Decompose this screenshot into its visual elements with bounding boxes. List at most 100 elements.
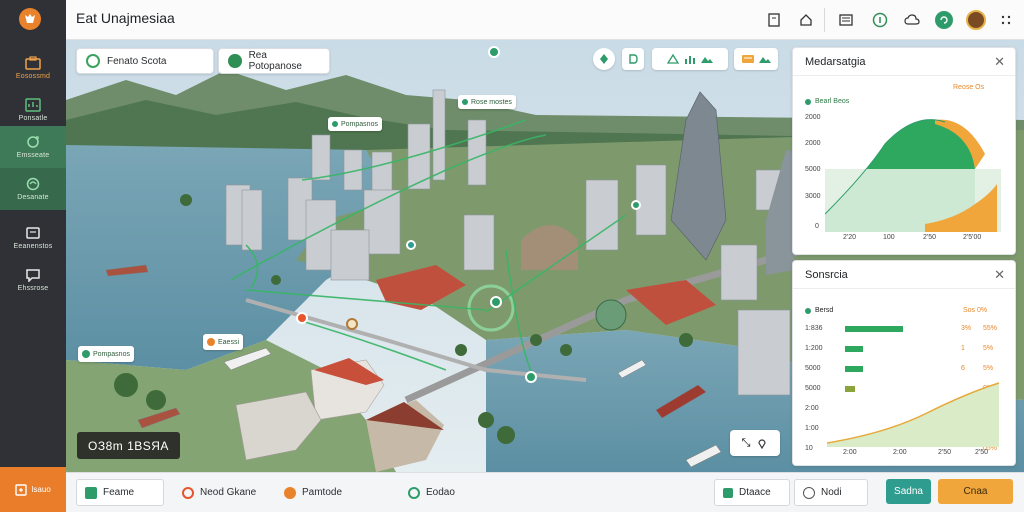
row-percent: 55% [983, 325, 998, 332]
view-tools[interactable] [652, 48, 728, 70]
primary-button[interactable]: Sadna [886, 479, 931, 504]
bottom-tab-label: Neod Gkane [200, 487, 257, 498]
bar [845, 366, 863, 372]
top-bar: Eat Unajmesiaa [66, 0, 1024, 40]
refresh-icon [27, 136, 39, 148]
folder-icon [26, 227, 40, 239]
map-label[interactable]: Pompasnos [328, 117, 382, 131]
sidebar-item-3[interactable]: Emsseate [0, 126, 66, 168]
layer-chip-2[interactable]: Rea Potopanose [218, 48, 330, 74]
filter-icon [723, 487, 733, 498]
chart-panel-1: Medarsatgia ✕ Reose Os Bearl Beos 2000 2… [792, 47, 1016, 255]
map-pin[interactable] [296, 312, 308, 324]
filter-tools[interactable] [734, 48, 778, 70]
left-sidebar: Eosossmd Ponsatle Emsseate Desanate Eean… [0, 0, 66, 512]
map-controls[interactable]: ⤡ [730, 430, 780, 456]
map-pin[interactable] [631, 200, 641, 210]
layers-button[interactable] [622, 48, 644, 70]
area-chart-1 [825, 119, 1001, 232]
sidebar-bottom-button[interactable]: Isauo [0, 467, 66, 512]
x-tick: 2:00 [893, 449, 907, 456]
panel-title: Medarsatgia [805, 56, 866, 68]
marker-icon [332, 121, 338, 127]
bar-chart-icon [685, 56, 695, 64]
cloud-icon[interactable] [902, 10, 922, 30]
filter-button-2[interactable]: Nodi [794, 479, 868, 506]
marker-icon [207, 338, 215, 346]
more-icon[interactable] [996, 10, 1016, 30]
chat-icon [26, 269, 40, 282]
layer-chip-label: Fenato Scota [107, 55, 167, 67]
legend-right: Sos 0% [963, 307, 988, 314]
bottom-tab-label: Eodao [426, 487, 455, 498]
y-tick: 5000 [805, 385, 821, 392]
map-label[interactable]: Rose mostes [458, 95, 516, 109]
bookmark-icon[interactable] [764, 10, 784, 30]
bottom-tab-3[interactable]: Pamtode [276, 479, 394, 506]
panel-title: Sonsrcia [805, 269, 848, 281]
sidebar-item-label: Eeanenstos [13, 243, 53, 250]
grid-icon [85, 486, 97, 499]
list-icon[interactable] [836, 10, 856, 30]
sync-icon[interactable] [934, 10, 954, 30]
row-value: 1 [961, 345, 965, 352]
close-icon[interactable]: ✕ [994, 54, 1005, 70]
bottom-tab-1[interactable]: Feame [76, 479, 164, 506]
sidebar-item-6[interactable]: Ehssrose [0, 260, 66, 300]
x-tick: 2'20 [843, 234, 857, 241]
sidebar-bottom-label: Isauo [31, 485, 51, 494]
bottom-bar: Feame Neod Gkane Pamtode Eodao Dtaace No… [66, 472, 1024, 512]
locate-icon [600, 54, 608, 64]
dashboard-icon [25, 98, 41, 112]
y-tick: 10 [805, 445, 813, 452]
map-label[interactable]: Pompasnos [78, 346, 134, 362]
sidebar-item-1[interactable]: Eosossmd [0, 48, 66, 88]
export-icon [15, 483, 27, 496]
app-title: Eat Unajmesiaa [76, 10, 175, 26]
y-tick: 2:00 [805, 405, 819, 412]
legend-left: Bersd [805, 307, 833, 314]
x-tick: 2'50 [938, 449, 952, 456]
map-pin[interactable] [406, 240, 416, 250]
map-pin[interactable] [488, 46, 500, 58]
marker-icon [462, 99, 468, 105]
map-label[interactable]: Eaessi [203, 334, 244, 350]
filter-label: Dtaace [739, 487, 771, 498]
sidebar-item-5[interactable]: Eeanenstos [0, 218, 66, 258]
locate-button[interactable] [593, 48, 615, 70]
coordinates-readout: ОЗ8m 1ВSЯA [77, 432, 180, 459]
terrain-icon [701, 57, 713, 63]
info-icon[interactable] [870, 10, 890, 30]
layer-chip-label: Rea Potopanose [248, 50, 302, 72]
pin-icon [758, 439, 767, 449]
sidebar-item-label: Eosossmd [15, 73, 51, 80]
sidebar-item-4[interactable]: Desanate [0, 168, 66, 210]
row-percent: 5% [983, 345, 994, 352]
chart-panel-2: Sonsrcia ✕ Bersd Sos 0% 1:836 3% 55% 1:200 1… [792, 260, 1016, 466]
close-icon[interactable]: ✕ [994, 267, 1005, 283]
x-tick: 2'50 [975, 449, 989, 456]
x-tick: 2'50 [923, 234, 937, 241]
sidebar-item-2[interactable]: Ponsatle [0, 90, 66, 130]
legend-dot-icon [805, 307, 811, 314]
layer-chip-1[interactable]: Fenato Scota [76, 48, 214, 74]
y-tick: 2000 [805, 114, 821, 121]
bottom-tab-2[interactable]: Neod Gkane [174, 479, 274, 506]
map-pin[interactable] [490, 296, 502, 308]
layers-icon [629, 54, 638, 64]
map-pin[interactable] [525, 371, 537, 383]
x-tick: 2'5'00 [963, 234, 982, 241]
avatar[interactable] [966, 10, 986, 30]
filter-label: Nodi [821, 487, 842, 498]
secondary-button[interactable]: Cnaa [938, 479, 1013, 504]
sidebar-item-label: Ehssrose [17, 285, 49, 292]
y-tick: 5000 [805, 166, 821, 173]
y-tick: 1:200 [805, 345, 823, 352]
marker-icon [82, 350, 90, 358]
y-tick: 1:00 [805, 425, 819, 432]
bottom-tab-4[interactable]: Eodao [400, 479, 510, 506]
filter-button-1[interactable]: Dtaace [714, 479, 790, 506]
sidebar-item-label: Ponsatle [18, 115, 48, 122]
map-pin[interactable] [346, 318, 358, 330]
home-icon[interactable] [796, 10, 816, 30]
